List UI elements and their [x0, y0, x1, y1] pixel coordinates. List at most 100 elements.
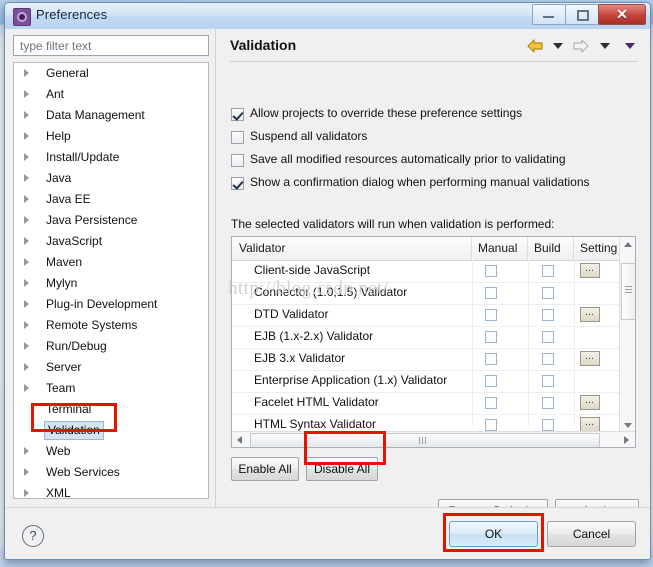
validators-table[interactable]: Validator Manual Build Setting Client-si… [231, 236, 636, 448]
checkbox-indicator [231, 154, 244, 167]
chevron-right-icon [24, 195, 29, 203]
manual-checkbox[interactable] [485, 287, 497, 299]
settings-button[interactable]: … [580, 417, 600, 432]
settings-button[interactable]: … [580, 395, 600, 410]
sidebar-item-label: Run/Debug [46, 339, 107, 353]
sidebar-item-install-update[interactable]: Install/Update [14, 147, 208, 168]
build-checkbox[interactable] [542, 331, 554, 343]
forward-history-chevron-down-icon[interactable] [599, 43, 610, 49]
build-checkbox[interactable] [542, 397, 554, 409]
sidebar-item-run-debug[interactable]: Run/Debug [14, 336, 208, 357]
sidebar-item-web[interactable]: Web [14, 441, 208, 462]
sidebar-item-label: Install/Update [46, 150, 120, 164]
sidebar-item-xml[interactable]: XML [14, 483, 208, 498]
validator-name: EJB (1.x-2.x) Validator [254, 329, 374, 343]
manual-checkbox[interactable] [485, 353, 497, 365]
sidebar-item-mylyn[interactable]: Mylyn [14, 273, 208, 294]
sidebar-item-remote-systems[interactable]: Remote Systems [14, 315, 208, 336]
build-checkbox[interactable] [542, 265, 554, 277]
minimize-button[interactable] [532, 4, 566, 25]
disable-all-button[interactable]: Disable All [306, 457, 378, 481]
page-nav-toolbar [526, 38, 641, 56]
settings-button[interactable]: … [580, 307, 600, 322]
sidebar-item-server[interactable]: Server [14, 357, 208, 378]
close-button[interactable]: ✕ [598, 4, 646, 25]
dialog-footer: ? OK Cancel [5, 507, 650, 559]
grip-lines-icon [422, 437, 423, 444]
window-title: Preferences [36, 7, 108, 22]
sidebar-item-java[interactable]: Java [14, 168, 208, 189]
ok-button[interactable]: OK [449, 521, 538, 547]
table-row[interactable]: Facelet HTML Validator … [232, 392, 635, 415]
column-header-settings[interactable]: Setting [574, 237, 621, 260]
back-history-chevron-down-icon[interactable] [552, 43, 563, 49]
sidebar-item-terminal[interactable]: Terminal [14, 399, 208, 420]
column-header-manual[interactable]: Manual [472, 237, 528, 260]
column-header-validator[interactable]: Validator [232, 237, 472, 260]
sidebar-item-label: Maven [46, 255, 83, 269]
pane-divider[interactable] [215, 29, 216, 507]
manual-checkbox[interactable] [485, 265, 497, 277]
build-checkbox[interactable] [542, 353, 554, 365]
sidebar-item-plug-in-development[interactable]: Plug-in Development [14, 294, 208, 315]
table-horizontal-scrollbar[interactable] [232, 431, 635, 447]
sidebar-item-team[interactable]: Team [14, 378, 208, 399]
checkbox-label: Show a confirmation dialog when performi… [250, 175, 590, 189]
dialog-body: type filter text General Ant Data Manage… [5, 29, 650, 524]
view-menu-chevron-down-icon[interactable] [625, 43, 635, 49]
minimize-icon [543, 16, 554, 18]
chevron-left-icon [237, 436, 242, 444]
search-input[interactable]: type filter text [13, 35, 209, 56]
sidebar-item-java-persistence[interactable]: Java Persistence [14, 210, 208, 231]
settings-button[interactable]: … [580, 351, 600, 366]
sidebar-item-label: Ant [46, 87, 65, 101]
table-header-row: Validator Manual Build Setting [232, 237, 635, 261]
sidebar-item-maven[interactable]: Maven [14, 252, 208, 273]
table-vertical-scrollbar[interactable] [619, 237, 635, 433]
chevron-right-icon [24, 216, 29, 224]
table-row[interactable]: EJB 3.x Validator … [232, 348, 635, 371]
table-row[interactable]: EJB (1.x-2.x) Validator [232, 326, 635, 349]
manual-checkbox[interactable] [485, 397, 497, 409]
manual-checkbox[interactable] [485, 309, 497, 321]
sidebar-item-java-ee[interactable]: Java EE [14, 189, 208, 210]
build-checkbox[interactable] [542, 375, 554, 387]
scroll-up-button[interactable] [620, 237, 635, 253]
sidebar-item-ant[interactable]: Ant [14, 84, 208, 105]
sidebar-item-validation[interactable]: Validation [14, 420, 208, 441]
scroll-right-button[interactable] [619, 432, 635, 447]
manual-checkbox[interactable] [485, 331, 497, 343]
manual-checkbox[interactable] [485, 419, 497, 431]
maximize-button[interactable] [565, 4, 599, 25]
chevron-right-icon [24, 111, 29, 119]
build-checkbox[interactable] [542, 309, 554, 321]
sidebar-item-data-management[interactable]: Data Management [14, 105, 208, 126]
manual-checkbox[interactable] [485, 375, 497, 387]
table-row[interactable]: DTD Validator … [232, 304, 635, 327]
forward-arrow-icon[interactable] [572, 38, 590, 54]
sidebar-item-general[interactable]: General [14, 63, 208, 84]
vertical-scroll-thumb[interactable] [621, 263, 635, 320]
page-title: Validation [230, 37, 297, 53]
column-header-build[interactable]: Build [528, 237, 574, 260]
horizontal-scroll-thumb[interactable] [250, 433, 600, 447]
enable-all-button[interactable]: Enable All [231, 457, 299, 481]
chevron-right-icon [24, 342, 29, 350]
validator-name: HTML Syntax Validator [254, 417, 377, 431]
preferences-tree[interactable]: General Ant Data Management Help Install… [13, 62, 209, 499]
back-arrow-icon[interactable] [526, 38, 544, 54]
cancel-button[interactable]: Cancel [547, 521, 636, 547]
table-row[interactable]: Enterprise Application (1.x) Validator [232, 370, 635, 393]
chevron-right-icon [24, 237, 29, 245]
close-icon: ✕ [616, 6, 628, 22]
sidebar-item-web-services[interactable]: Web Services [14, 462, 208, 483]
sidebar-item-help[interactable]: Help [14, 126, 208, 147]
build-checkbox[interactable] [542, 287, 554, 299]
question-mark-icon[interactable]: ? [22, 525, 44, 547]
chevron-down-icon [624, 423, 632, 428]
build-checkbox[interactable] [542, 419, 554, 431]
sidebar-item-label: Web [46, 444, 71, 458]
scroll-left-button[interactable] [232, 432, 248, 447]
sidebar-item-javascript[interactable]: JavaScript [14, 231, 208, 252]
settings-button[interactable]: … [580, 263, 600, 278]
